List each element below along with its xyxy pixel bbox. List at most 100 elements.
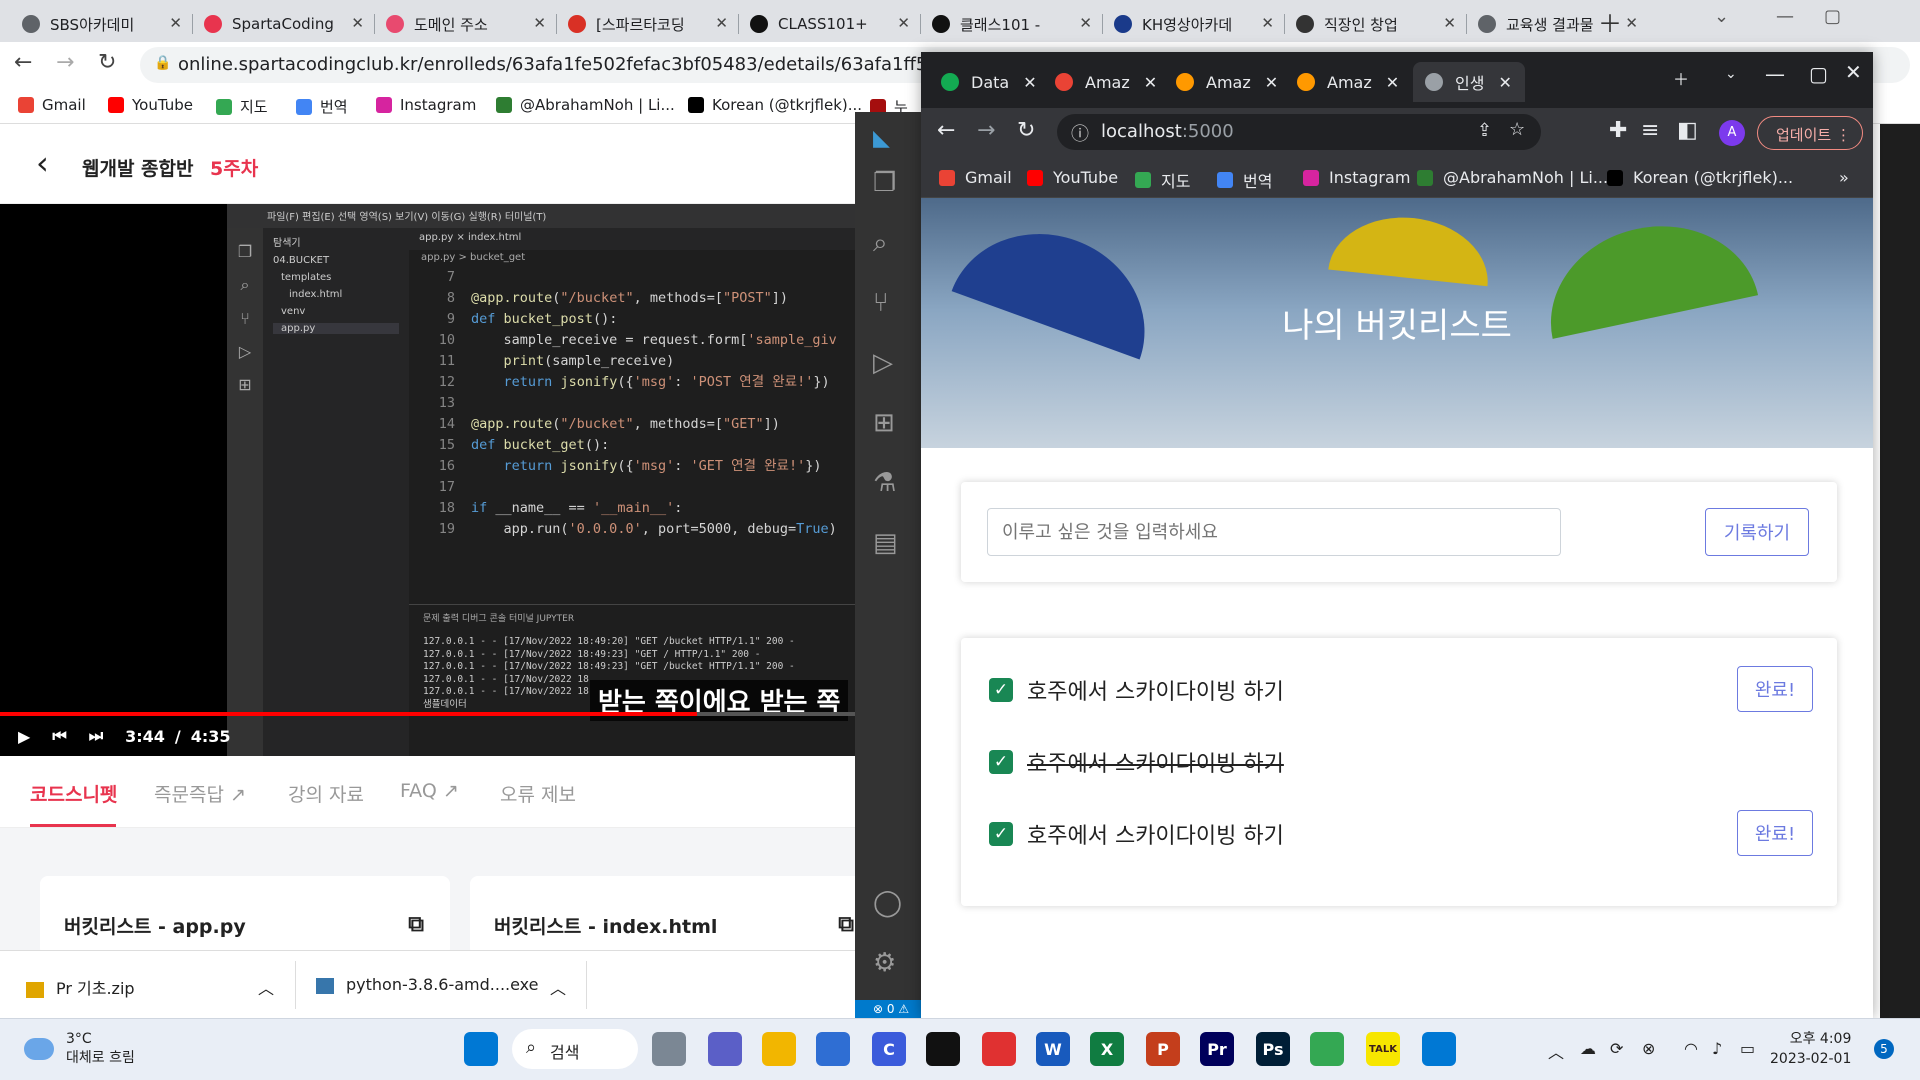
chevron-up-icon[interactable]: ︿	[1548, 1039, 1564, 1063]
battery-icon[interactable]: ▭	[1740, 1039, 1755, 1058]
extensions-icon[interactable]: ✚	[1609, 118, 1627, 143]
windows-start-icon[interactable]	[464, 1032, 498, 1066]
browser-tab[interactable]: 직장인 창업 ✕	[1286, 6, 1464, 42]
close-tab-icon[interactable]: ✕	[1144, 73, 1157, 92]
files-icon[interactable]: ❐	[873, 168, 896, 198]
notebook-icon[interactable]: ▤	[873, 528, 898, 558]
close-tab-icon[interactable]: ✕	[1023, 73, 1036, 92]
video-progress-bar[interactable]	[0, 712, 855, 716]
bookmark-item[interactable]: 지도	[216, 96, 268, 117]
play-icon[interactable]: ▶	[18, 727, 30, 746]
browser-tab[interactable]: CLASS101+ ✕	[740, 6, 918, 42]
task-view-icon[interactable]	[652, 1032, 686, 1066]
close-tab-icon[interactable]: ✕	[1625, 14, 1638, 32]
kakaotalk-icon[interactable]: TALK	[1366, 1032, 1400, 1066]
premiere-icon[interactable]: Pr	[1200, 1032, 1234, 1066]
browser-tab[interactable]: [스파르타코딩 ✕	[558, 6, 736, 42]
new-tab-icon[interactable]: ＋	[1673, 66, 1689, 90]
browser-tab[interactable]: 도메인 주소 ✕	[376, 6, 554, 42]
chevron-down-icon[interactable]: ⌄	[1725, 66, 1737, 82]
file-explorer-icon[interactable]	[762, 1032, 796, 1066]
download-item[interactable]: python-3.8.6-amd....exe	[316, 975, 539, 994]
browser-tab[interactable]: 클래스101 - ✕	[922, 6, 1100, 42]
search-icon[interactable]: ⌕	[873, 228, 888, 259]
app-icon[interactable]	[926, 1032, 960, 1066]
notification-badge[interactable]: 5	[1874, 1039, 1894, 1059]
close-tab-icon[interactable]: ✕	[897, 14, 910, 32]
browser-tab[interactable]: SpartaCoding ✕	[194, 6, 372, 42]
photoshop-icon[interactable]: Ps	[1256, 1032, 1290, 1066]
bookmark-item[interactable]: Korean (@tkrjflek)...	[688, 96, 862, 114]
star-icon[interactable]: ☆	[1509, 119, 1525, 140]
close-tab-icon[interactable]: ✕	[1443, 14, 1456, 32]
video-player[interactable]: 파일(F) 편집(E) 선택 영역(S) 보기(V) 이동(G) 실행(R) 터…	[0, 204, 855, 756]
bookmark-item[interactable]: Instagram	[1303, 168, 1410, 187]
vscode-status-bar[interactable]: ⊗ 0 ⚠	[855, 1000, 921, 1018]
back-icon[interactable]: ←	[14, 50, 32, 75]
close-tab-icon[interactable]: ✕	[1498, 73, 1511, 92]
bookmark-item[interactable]: @AbrahamNoh | Li...	[496, 96, 675, 114]
close-tab-icon[interactable]: ✕	[533, 14, 546, 32]
checkbox-icon[interactable]: ✓	[989, 822, 1013, 846]
bookmark-item[interactable]: @AbrahamNoh | Li...	[1417, 168, 1608, 187]
close-tab-icon[interactable]: ✕	[1265, 73, 1278, 92]
bookmark-item[interactable]: Gmail	[939, 168, 1012, 187]
share-icon[interactable]: ⇪	[1477, 120, 1492, 141]
download-item[interactable]: Pr 기초.zip	[26, 975, 135, 999]
previous-icon[interactable]: ⏮	[52, 726, 66, 746]
app-icon[interactable]	[982, 1032, 1016, 1066]
bookmark-item[interactable]: Gmail	[18, 96, 86, 114]
browser-tab[interactable]: Amaz ✕	[1164, 62, 1280, 102]
volume-icon[interactable]: ♪	[1712, 1039, 1722, 1058]
chrome-icon[interactable]	[1310, 1032, 1344, 1066]
checkbox-icon[interactable]: ✓	[989, 678, 1013, 702]
reading-list-icon[interactable]: ≡	[1641, 118, 1659, 143]
powerpoint-icon[interactable]: P	[1146, 1032, 1180, 1066]
new-tab-icon[interactable]: ＋	[1598, 4, 1622, 39]
browser-tab[interactable]: KH영상아카데 ✕	[1104, 6, 1282, 42]
close-tab-icon[interactable]: ✕	[1386, 73, 1399, 92]
sync-icon[interactable]: ⟳	[1610, 1039, 1623, 1058]
bookmark-item[interactable]: YouTube	[108, 96, 193, 114]
run-debug-icon[interactable]: ▷	[873, 348, 893, 378]
address-bar[interactable]: ⓘ localhost:5000 ⇪ ☆	[1057, 114, 1541, 150]
checkbox-icon[interactable]: ✓	[989, 750, 1013, 774]
course-tab[interactable]: 코드스니펫	[30, 780, 117, 807]
extensions-icon[interactable]: ⊞	[873, 408, 895, 438]
weather-widget[interactable]: 3°C 대체로 흐림	[24, 1031, 135, 1067]
browser-tab[interactable]: SBS아카데미 ✕	[12, 6, 190, 42]
back-arrow-icon[interactable]: ‹	[36, 144, 49, 182]
chevron-up-icon[interactable]: ︿	[550, 975, 566, 999]
chevron-down-icon[interactable]: ⌄	[1714, 6, 1729, 27]
close-circle-icon[interactable]: ⊗	[1642, 1039, 1655, 1058]
complete-button[interactable]: 완료!	[1737, 810, 1813, 856]
reload-icon[interactable]: ↻	[98, 50, 116, 75]
bucket-input[interactable]	[987, 508, 1561, 556]
avatar[interactable]: A	[1719, 120, 1745, 146]
source-control-icon[interactable]: ⑂	[873, 288, 889, 318]
vscode-icon[interactable]	[1422, 1032, 1456, 1066]
forward-icon[interactable]: →	[977, 118, 995, 143]
course-tab[interactable]: 즉문즉답 ↗	[154, 780, 246, 807]
account-icon[interactable]: ◯	[873, 888, 902, 918]
browser-tab[interactable]: Data ✕	[929, 62, 1039, 102]
close-tab-icon[interactable]: ✕	[715, 14, 728, 32]
app-icon[interactable]: C	[872, 1032, 906, 1066]
update-button[interactable]: 업데이트 ⋮	[1757, 116, 1863, 150]
cloud-icon[interactable]: ☁	[1580, 1039, 1596, 1058]
snippet-card[interactable]: 버킷리스트 - index.html ⧉	[470, 876, 880, 956]
forward-icon[interactable]: →	[56, 50, 74, 75]
close-tab-icon[interactable]: ✕	[169, 14, 182, 32]
bookmark-item[interactable]: 번역	[1217, 168, 1272, 192]
word-icon[interactable]: W	[1036, 1032, 1070, 1066]
complete-button[interactable]: 완료!	[1737, 666, 1813, 712]
course-tab[interactable]: 오류 제보	[500, 780, 576, 807]
gear-icon[interactable]: ⚙	[873, 948, 896, 978]
bookmark-item[interactable]: 번역	[296, 96, 348, 117]
more-bookmarks-icon[interactable]: »	[1839, 168, 1849, 187]
next-icon[interactable]: ⏭	[89, 726, 103, 746]
course-tab[interactable]: 강의 자료	[288, 780, 364, 807]
maximize-icon[interactable]: ▢	[1809, 62, 1828, 86]
minimize-icon[interactable]: —	[1776, 6, 1794, 27]
chevron-up-icon[interactable]: ︿	[258, 975, 274, 999]
